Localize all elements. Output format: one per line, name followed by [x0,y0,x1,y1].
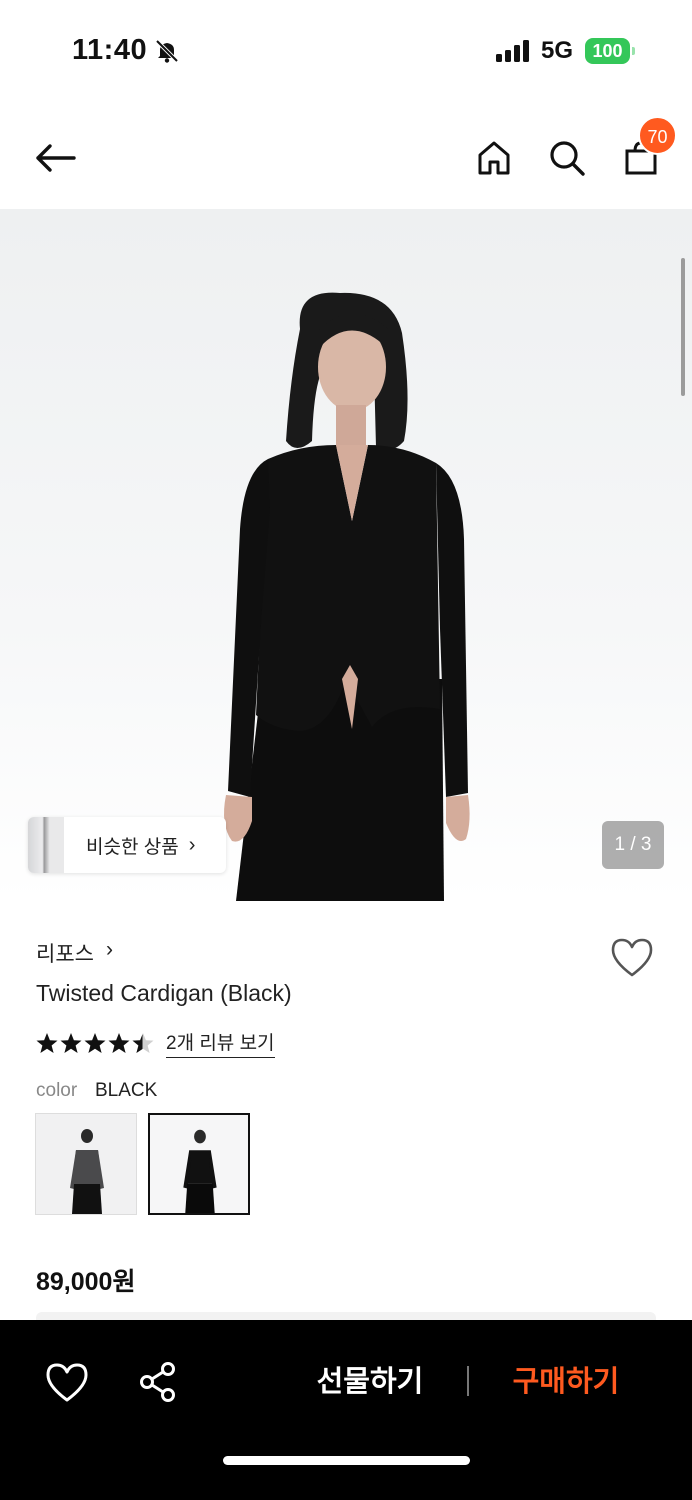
battery-icon: 100 [585,38,635,64]
star-icon [60,1033,82,1053]
bottom-action-bar: 선물하기 구매하기 [0,1320,692,1500]
product-price: 89,000원 [36,1268,136,1296]
color-swatch-selected[interactable] [148,1113,250,1215]
chevron-right-icon: › [106,938,113,961]
top-nav [0,110,692,206]
heart-icon[interactable] [609,935,655,981]
color-value: BLACK [95,1080,158,1101]
swatch-thumbnail [150,1115,248,1213]
similar-products-label: 비슷한 상품 [86,836,179,858]
product-title: Twisted Cardigan (Black) [36,980,292,1006]
gift-button[interactable]: 선물하기 [300,1358,440,1406]
image-counter: 1 / 3 [602,821,664,869]
buy-button[interactable]: 구매하기 [496,1358,636,1406]
home-indicator[interactable] [223,1456,470,1465]
swatch-thumbnail [36,1114,136,1214]
brand-link[interactable]: 리포스 [36,938,94,968]
star-icon [108,1033,130,1053]
bell-slash-icon [155,39,179,63]
status-bar: 11:40 5G 100 [0,0,692,100]
share-icon[interactable] [136,1360,180,1404]
home-button[interactable] [466,130,522,186]
status-time: 11:40 [72,34,148,66]
half-star-icon [132,1033,154,1053]
search-button[interactable] [539,130,595,186]
network-type: 5G [541,37,574,64]
back-button[interactable] [28,130,84,186]
search-icon [550,141,585,176]
star-icon [84,1033,106,1053]
home-icon [478,141,510,175]
divider [467,1366,469,1396]
star-icon [36,1033,58,1053]
rating-stars [36,1033,154,1053]
product-photo [224,292,470,901]
cart-count-badge: 70 [638,116,677,155]
heart-icon[interactable] [44,1360,90,1406]
back-arrow-icon [36,144,76,172]
similar-product-thumbnail [28,817,64,873]
signal-icon [496,40,529,62]
chevron-right-icon: › [188,833,196,856]
similar-products-button[interactable]: 비슷한 상품 › [28,817,226,873]
color-swatch-option[interactable] [35,1113,137,1215]
product-image-carousel[interactable] [0,209,692,901]
battery-level: 100 [592,41,623,61]
page-scrollbar[interactable] [681,258,685,396]
color-label: color [36,1080,78,1101]
reviews-link[interactable]: 2개 리뷰 보기 [166,1028,275,1058]
